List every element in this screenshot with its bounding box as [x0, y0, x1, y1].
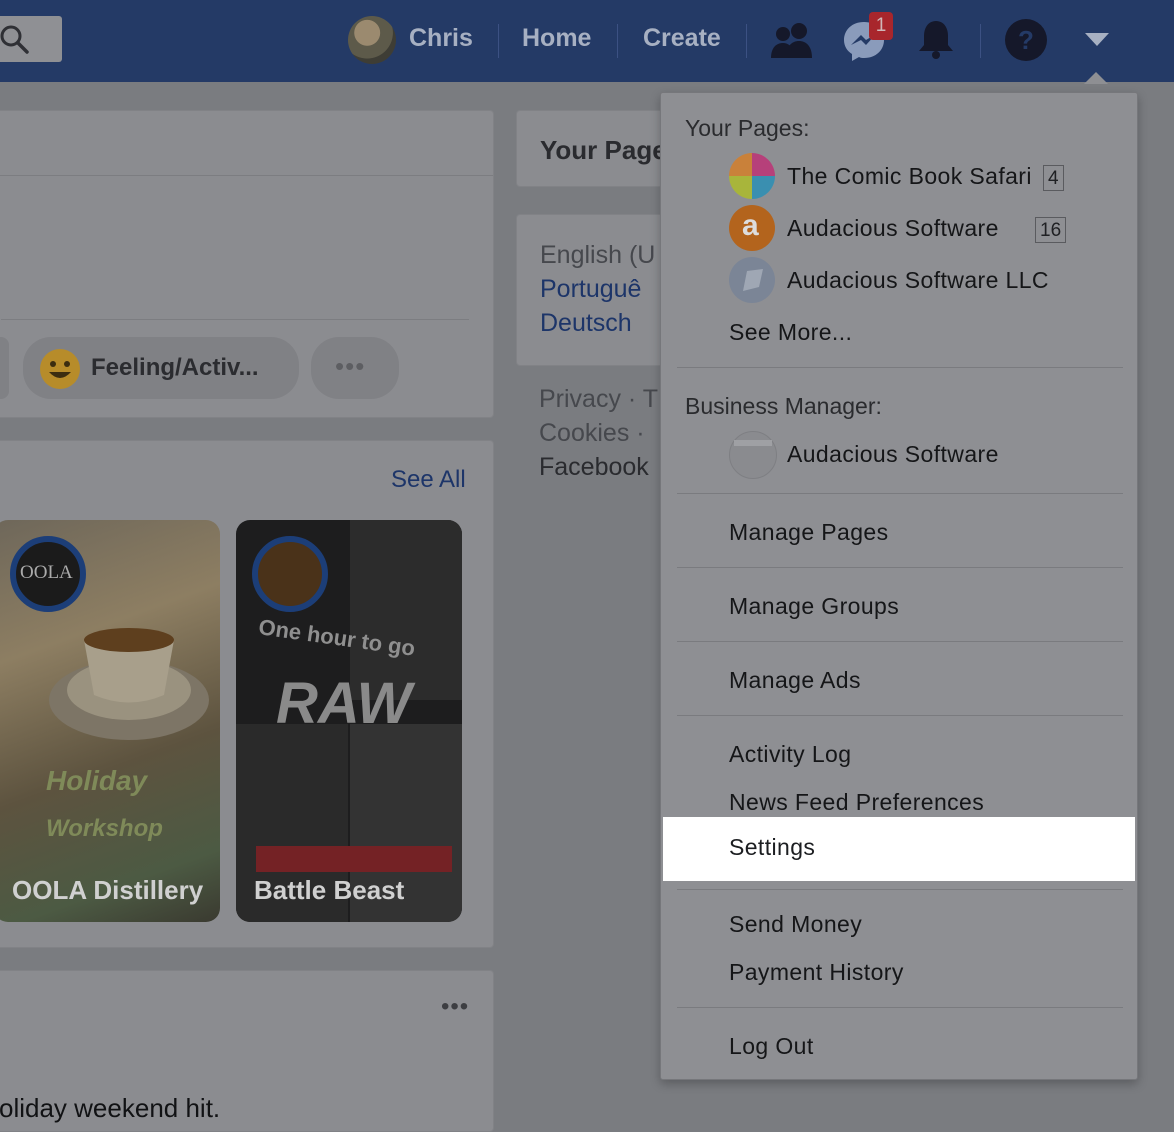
story-avatar-ring: OOLA: [10, 536, 86, 612]
smiley-emoji-icon: [40, 349, 80, 389]
story-label: Battle Beast: [254, 875, 405, 905]
business-manager-icon: [729, 431, 777, 479]
your-pages-title: Your Page: [540, 135, 667, 165]
log-out-item[interactable]: Log Out: [729, 1033, 814, 1060]
feeling-activity-label: Feeling/Activ...: [91, 354, 259, 381]
messages-badge: 1: [869, 12, 893, 40]
settings-item-label: Settings: [729, 834, 816, 860]
menu-separator: [677, 889, 1123, 890]
composer-divider: [1, 319, 469, 320]
menu-separator: [677, 567, 1123, 568]
page-link-audacious-software[interactable]: Audacious Software: [787, 215, 999, 242]
payment-history-item[interactable]: Payment History: [729, 959, 904, 986]
your-pages-panel: Your Page: [516, 110, 678, 187]
more-dots-icon: •••: [335, 351, 366, 381]
nav-divider: [617, 24, 618, 58]
dropdown-caret: [1084, 72, 1108, 84]
profile-link[interactable]: Chris: [409, 24, 473, 53]
top-navigation-bar: Chris Home Create 1 ?: [0, 0, 1174, 82]
your-pages-heading: Your Pages:: [685, 115, 810, 141]
post-options-icon[interactable]: •••: [441, 993, 469, 1021]
business-manager-link[interactable]: Audacious Software: [787, 441, 999, 468]
composer-more-button[interactable]: •••: [311, 337, 399, 399]
menu-separator: [677, 367, 1123, 368]
comic-book-safari-page-icon: [729, 153, 775, 199]
footer-privacy-link[interactable]: Privacy · T: [539, 385, 658, 414]
oola-logo: OOLA: [20, 562, 73, 583]
story-text-holiday: Holiday: [46, 765, 148, 796]
menu-separator: [677, 1007, 1123, 1008]
story-text-raw: RAW: [276, 671, 412, 736]
composer-divider: [0, 175, 493, 176]
nav-divider: [498, 24, 499, 58]
language-link[interactable]: Portuguê: [540, 275, 641, 304]
nav-divider: [746, 24, 747, 58]
story-label: OOLA Distillery: [12, 875, 204, 905]
friend-requests-icon[interactable]: [770, 20, 814, 60]
page-notification-count: 16: [1035, 217, 1067, 243]
footer-copyright: Facebook: [539, 453, 649, 481]
activity-log-item[interactable]: Activity Log: [729, 741, 851, 768]
page-notification-count: 4: [1043, 165, 1064, 191]
story-email-banner: [256, 846, 452, 872]
language-link[interactable]: Deutsch: [540, 309, 632, 338]
feeling-activity-button[interactable]: Feeling/Activ...: [23, 337, 299, 399]
manage-groups-item[interactable]: Manage Groups: [729, 593, 899, 620]
story-image-cup: [49, 628, 209, 740]
story-card[interactable]: OOLA Holiday Workshop OOLA Distillery: [0, 520, 220, 922]
story-card[interactable]: One hour to go RAW Battle Beast: [236, 520, 462, 922]
feed-post: ••• oliday weekend hit.: [0, 970, 494, 1132]
svg-text:?: ?: [1018, 25, 1034, 55]
help-icon[interactable]: ?: [1004, 18, 1048, 62]
manage-ads-item[interactable]: Manage Ads: [729, 667, 861, 694]
menu-separator: [677, 715, 1123, 716]
account-menu-chevron-icon[interactable]: [1084, 32, 1110, 48]
user-avatar[interactable]: [348, 16, 396, 64]
menu-separator: [677, 493, 1123, 494]
menu-separator: [677, 641, 1123, 642]
business-manager-heading: Business Manager:: [685, 393, 882, 419]
audacious-software-page-icon: a: [729, 205, 775, 251]
composer-option-pill[interactable]: [0, 337, 9, 399]
language-current: English (U: [540, 241, 656, 269]
letter-a-logo: a: [742, 209, 759, 242]
home-link[interactable]: Home: [522, 24, 591, 53]
story-avatar-ring: [252, 536, 328, 612]
see-more-pages-link[interactable]: See More...: [729, 319, 852, 346]
footer-cookies-link[interactable]: Cookies ·: [539, 419, 645, 448]
post-composer: Feeling/Activ... •••: [0, 110, 494, 418]
manage-pages-item[interactable]: Manage Pages: [729, 519, 889, 546]
send-money-item[interactable]: Send Money: [729, 911, 862, 938]
page-link-comic-book-safari[interactable]: The Comic Book Safari: [787, 163, 1032, 190]
notifications-bell-icon[interactable]: [916, 18, 956, 60]
flag-icon: [743, 269, 763, 291]
search-icon: [0, 25, 29, 54]
search-box[interactable]: [0, 16, 62, 62]
stories-see-all-link[interactable]: See All: [391, 466, 466, 494]
page-link-audacious-software-llc[interactable]: Audacious Software LLC: [787, 267, 1049, 294]
business-icon-bar: [734, 440, 772, 446]
create-link[interactable]: Create: [643, 24, 721, 53]
news-feed-preferences-item[interactable]: News Feed Preferences: [729, 789, 984, 816]
settings-item[interactable]: Settings: [663, 817, 1135, 881]
post-text-snippet: oliday weekend hit.: [0, 1093, 221, 1123]
account-dropdown-menu: Your Pages: The Comic Book Safari 4 a Au…: [660, 92, 1138, 1080]
language-panel: English (U Portuguê Deutsch: [516, 214, 678, 366]
story-text-workshop: Workshop: [46, 815, 163, 842]
audacious-software-llc-page-icon: [729, 257, 775, 303]
nav-divider: [980, 24, 981, 58]
